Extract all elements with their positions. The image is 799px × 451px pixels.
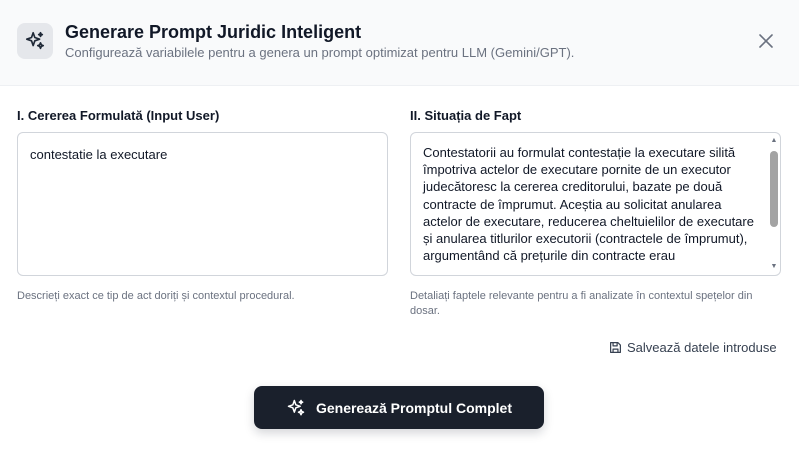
sparkles-icon [287, 399, 305, 415]
facts-textarea[interactable]: Contestatorii au formulat contestație la… [410, 132, 781, 276]
dialog-header: Generare Prompt Juridic Inteligent Confi… [0, 0, 799, 86]
scrollbar-thumb[interactable] [770, 151, 778, 227]
close-button[interactable] [754, 29, 778, 53]
generate-prompt-label: Generează Promptul Complet [315, 399, 513, 416]
facts-textarea-value: Contestatorii au formulat contestație la… [423, 145, 754, 264]
scroll-up-arrow-icon[interactable]: ▲ [770, 137, 778, 145]
facts-scrollbar[interactable]: ▲ ▼ [770, 137, 778, 271]
request-textarea[interactable]: contestatie la executare [17, 132, 388, 276]
scroll-down-arrow-icon[interactable]: ▼ [770, 263, 778, 271]
dialog-subtitle: Configurează variabilele pentru a genera… [65, 45, 575, 60]
facts-field-label: II. Situația de Fapt [410, 108, 522, 123]
save-data-button[interactable]: Salvează datele introduse [609, 340, 777, 355]
save-icon [610, 342, 621, 353]
request-textarea-value: contestatie la executare [30, 147, 168, 162]
close-icon [759, 34, 773, 48]
request-field-label: I. Cererea Formulată (Input User) [17, 108, 220, 123]
generate-prompt-button[interactable]: Generează Promptul Complet [254, 386, 544, 429]
save-data-label: Salvează datele introduse [627, 340, 777, 355]
sparkles-icon [25, 31, 45, 50]
facts-helper-text: Detaliați faptele relevante pentru a fi … [410, 290, 753, 317]
dialog-title: Generare Prompt Juridic Inteligent [65, 22, 362, 42]
request-helper-text: Descrieți exact ce tip de act doriți și … [17, 290, 295, 302]
header-icon-container [17, 23, 53, 59]
